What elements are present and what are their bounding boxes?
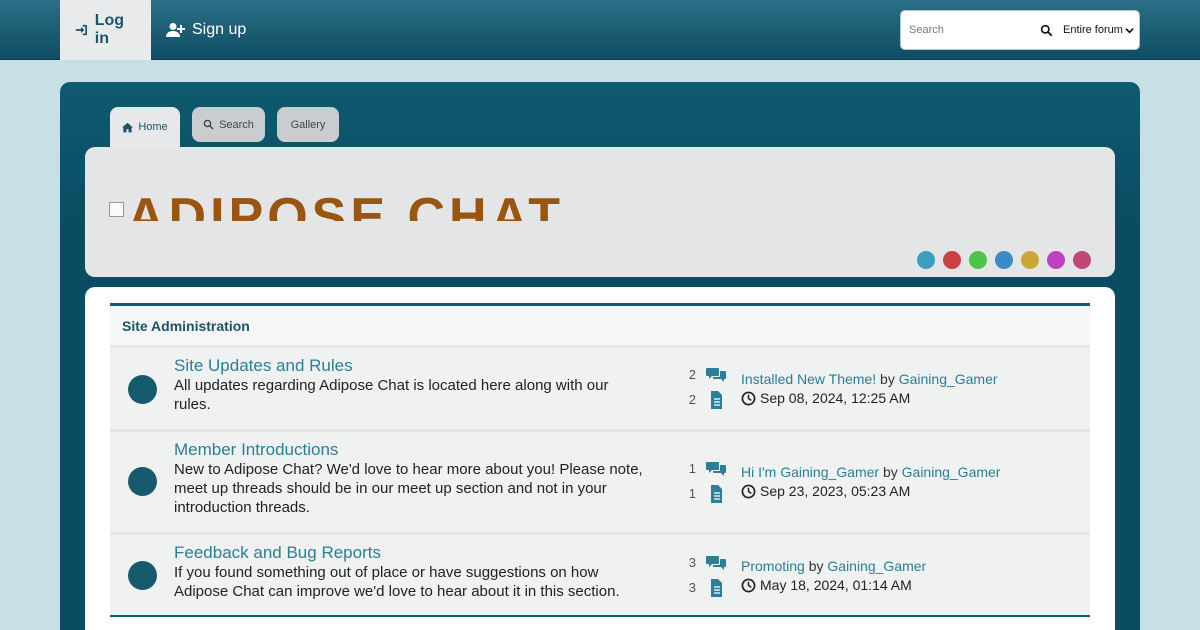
comments-icon (706, 461, 726, 476)
search-icon (203, 119, 214, 130)
forum-title[interactable]: Member Introductions (174, 440, 644, 460)
forum-status-icon (128, 375, 157, 404)
tab-search[interactable]: Search (192, 107, 265, 142)
topic-count: 3 (680, 550, 730, 575)
document-icon (711, 390, 722, 409)
tab-home-label: Home (138, 121, 168, 133)
login-label: Log in (94, 12, 125, 47)
forum-row: Member Introductions New to Adipose Chat… (110, 429, 1090, 532)
banner: ADIPOSE CHAT (85, 147, 1115, 277)
by-label: by (808, 558, 824, 574)
post-count-value: 1 (688, 486, 696, 501)
post-count: 3 (680, 575, 730, 600)
theme-color-swatches (917, 251, 1091, 269)
signup-label: Sign up (192, 21, 247, 38)
forum-row: Feedback and Bug Reports If you found so… (110, 532, 1090, 615)
post-count-value: 3 (688, 580, 696, 595)
forum-description: All updates regarding Adipose Chat is lo… (174, 377, 609, 413)
last-post: Promoting by Gaining_Gamer May 18, 2024,… (741, 557, 1071, 595)
last-post-title[interactable]: Installed New Theme! (741, 371, 876, 387)
signup-button[interactable]: Sign up (151, 0, 261, 60)
last-post-author[interactable]: Gaining_Gamer (899, 371, 998, 387)
add-user-icon (166, 23, 185, 37)
last-post-title[interactable]: Promoting (741, 558, 805, 574)
forum-row: Site Updates and Rules All updates regar… (110, 345, 1090, 429)
color-swatch[interactable] (943, 251, 961, 269)
forum-status-icon (128, 467, 157, 496)
comments-icon (706, 555, 726, 570)
by-label: by (882, 464, 898, 480)
color-swatch[interactable] (969, 251, 987, 269)
post-count-value: 2 (688, 392, 696, 407)
color-swatch[interactable] (995, 251, 1013, 269)
last-post-title[interactable]: Hi I'm Gaining_Gamer (741, 464, 879, 480)
by-label: by (880, 371, 895, 387)
search-input[interactable] (903, 12, 1031, 48)
tab-search-label: Search (219, 118, 254, 131)
comments-icon (706, 367, 726, 382)
topic-count-value: 3 (688, 555, 696, 570)
search-scope-select[interactable]: Entire forum (1063, 24, 1134, 36)
broken-image-icon (109, 202, 124, 217)
logo-text: ADIPOSE CHAT (127, 188, 565, 221)
last-post-author[interactable]: Gaining_Gamer (902, 464, 1001, 480)
tab-gallery-label: Gallery (290, 118, 326, 131)
last-post-author[interactable]: Gaining_Gamer (827, 558, 926, 574)
color-swatch[interactable] (1073, 251, 1091, 269)
content-panel: Site Administration Site Updates and Rul… (85, 287, 1115, 630)
chevron-down-icon (1125, 27, 1134, 33)
forum-description: New to Adipose Chat? We'd love to hear m… (174, 461, 643, 516)
post-count: 2 (680, 387, 730, 412)
forum-status-icon (128, 561, 157, 590)
category-title[interactable]: Site Administration (110, 306, 1090, 345)
forum-description: If you found something out of place or h… (174, 564, 620, 600)
search-button[interactable] (1035, 19, 1057, 41)
clock-icon (741, 484, 756, 499)
login-button[interactable]: Log in (60, 0, 151, 60)
last-post: Installed New Theme! by Gaining_Gamer Se… (741, 370, 1071, 408)
tab-home[interactable]: Home (110, 107, 180, 147)
topic-count: 1 (680, 456, 730, 481)
last-post-date: May 18, 2024, 01:14 AM (760, 577, 912, 593)
last-post-date: Sep 23, 2023, 05:23 AM (760, 483, 911, 499)
document-icon (711, 484, 722, 503)
last-post-date: Sep 08, 2024, 12:25 AM (760, 390, 911, 406)
forum-title[interactable]: Feedback and Bug Reports (174, 543, 644, 563)
color-swatch[interactable] (917, 251, 935, 269)
tab-gallery[interactable]: Gallery (277, 107, 339, 142)
topic-count-value: 2 (688, 367, 696, 382)
document-icon (711, 578, 722, 597)
login-icon (75, 24, 88, 36)
main-wrapper: Home Search Gallery ADIPOSE CHAT Site Ad… (60, 82, 1140, 630)
home-icon (122, 122, 134, 132)
category-site-administration: Site Administration Site Updates and Rul… (110, 303, 1090, 617)
top-bar: Log in Sign up Entire forum (0, 0, 1200, 60)
topic-count: 2 (680, 362, 730, 387)
search-icon (1040, 24, 1052, 36)
last-post: Hi I'm Gaining_Gamer by Gaining_Gamer Se… (741, 463, 1071, 501)
clock-icon (741, 391, 756, 406)
search-box: Entire forum (900, 10, 1140, 50)
topic-count-value: 1 (688, 461, 696, 476)
search-scope-value: Entire forum (1063, 24, 1123, 36)
site-logo[interactable]: ADIPOSE CHAT (109, 187, 569, 221)
color-swatch[interactable] (1047, 251, 1065, 269)
post-count: 1 (680, 481, 730, 506)
forum-title[interactable]: Site Updates and Rules (174, 356, 644, 376)
clock-icon (741, 578, 756, 593)
color-swatch[interactable] (1021, 251, 1039, 269)
